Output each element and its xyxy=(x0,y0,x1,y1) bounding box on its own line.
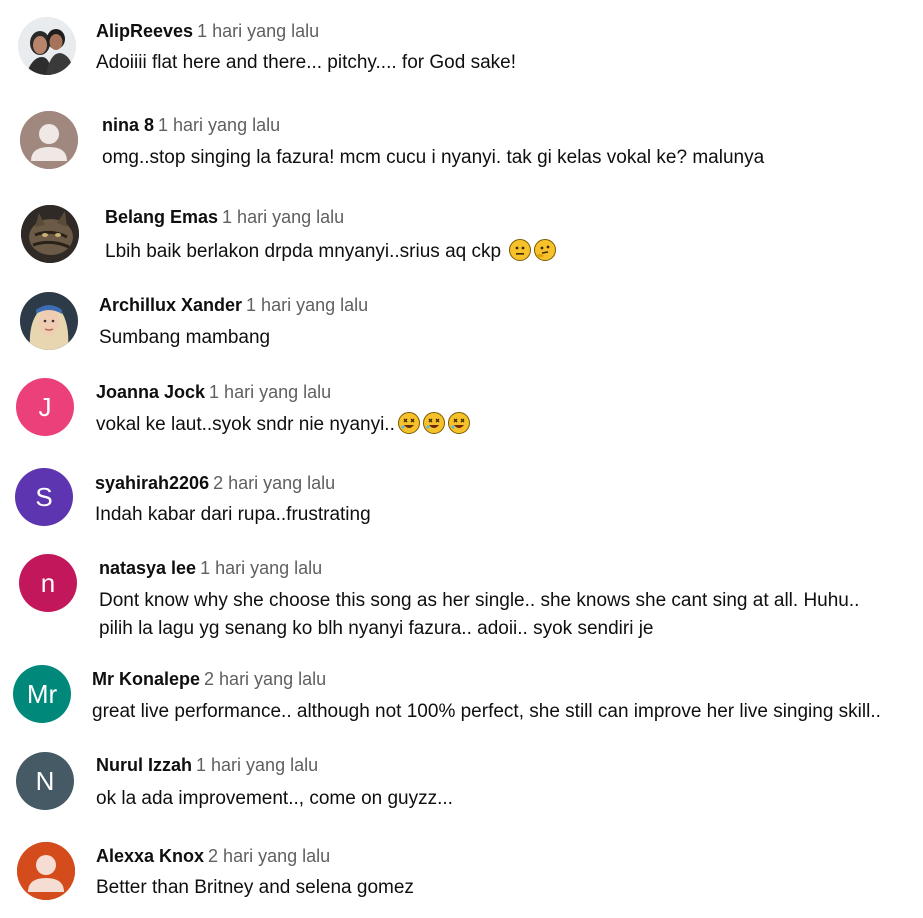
default-user-icon xyxy=(20,111,78,169)
neutral-face-icon xyxy=(509,239,532,261)
timestamp[interactable]: 2 hari yang lalu xyxy=(213,473,335,493)
comment-header: Archillux Xander 1 hari yang lalu xyxy=(99,295,368,316)
avatar[interactable] xyxy=(21,205,79,263)
author-name[interactable]: Archillux Xander xyxy=(99,295,242,315)
rofl-face-icon xyxy=(397,412,420,434)
comment-text: Lbih baik berlakon drpda mnyanyi..srius … xyxy=(105,236,557,267)
avatar-letter: S xyxy=(35,481,53,512)
comment-text-body: Lbih baik berlakon drpda mnyanyi..srius … xyxy=(105,241,502,262)
comment-header: Joanna Jock 1 hari yang lalu xyxy=(96,382,331,403)
comment-text-line: Dont know why she choose this song as he… xyxy=(99,590,860,611)
timestamp[interactable]: 1 hari yang lalu xyxy=(200,558,322,578)
comment-text: Adoiiii flat here and there... pitchy...… xyxy=(96,52,516,73)
avatar-letter: J xyxy=(38,391,52,422)
comment-text: Better than Britney and selena gomez xyxy=(96,877,414,898)
comment-header: Mr Konalepe 2 hari yang lalu xyxy=(92,669,326,690)
author-name[interactable]: nina 8 xyxy=(102,115,154,135)
comment-header: natasya lee 1 hari yang lalu xyxy=(99,558,322,579)
timestamp[interactable]: 1 hari yang lalu xyxy=(222,207,344,227)
comment-text: great live performance.. although not 10… xyxy=(92,701,881,722)
author-name[interactable]: Alexxa Knox xyxy=(96,846,204,866)
comment-header: AlipReeves 1 hari yang lalu xyxy=(96,21,319,42)
comment-text: vokal ke laut..syok sndr nie nyanyi.. xyxy=(96,409,470,440)
avatar-letter: n xyxy=(40,567,56,598)
author-name[interactable]: AlipReeves xyxy=(96,21,193,41)
timestamp[interactable]: 1 hari yang lalu xyxy=(196,755,318,775)
author-name[interactable]: Mr Konalepe xyxy=(92,669,200,689)
avatar[interactable]: N xyxy=(16,752,74,810)
author-name[interactable]: natasya lee xyxy=(99,558,196,578)
timestamp[interactable]: 1 hari yang lalu xyxy=(158,115,280,135)
avatar[interactable] xyxy=(17,842,75,900)
avatar-letter: N xyxy=(35,765,55,796)
avatar[interactable] xyxy=(18,17,76,75)
comment-text-line: pilih la lagu yg senang ko blh nyanyi fa… xyxy=(99,618,654,639)
avatar[interactable]: J xyxy=(16,378,74,436)
comment-text: Indah kabar dari rupa..frustrating xyxy=(95,504,371,525)
rofl-face-icon xyxy=(447,412,470,434)
comment-header: Belang Emas 1 hari yang lalu xyxy=(105,207,344,228)
avatar[interactable] xyxy=(20,292,78,350)
avatar[interactable]: Mr xyxy=(13,665,71,723)
comment-text: ok la ada improvement.., come on guyzz..… xyxy=(96,788,453,809)
comment-header: nina 81 hari yang lalu xyxy=(102,115,280,136)
user-photo-icon xyxy=(20,292,78,350)
couple-photo-icon xyxy=(18,17,76,75)
thinking-face-icon xyxy=(534,239,557,261)
comment-text: Sumbang mambang xyxy=(99,327,271,348)
timestamp[interactable]: 1 hari yang lalu xyxy=(209,382,331,402)
avatar-letter: Mr xyxy=(26,678,58,709)
comment-header: Nurul Izzah 1 hari yang lalu xyxy=(96,755,318,776)
author-name[interactable]: syahirah2206 xyxy=(95,473,209,493)
comment-header: Alexxa Knox 2 hari yang lalu xyxy=(96,846,330,867)
avatar[interactable] xyxy=(20,111,78,169)
comment-text-body: vokal ke laut..syok sndr nie nyanyi.. xyxy=(96,414,395,435)
timestamp[interactable]: 1 hari yang lalu xyxy=(246,295,368,315)
timestamp[interactable]: 2 hari yang lalu xyxy=(204,669,326,689)
cat-photo-icon xyxy=(21,205,79,263)
comment-text: omg..stop singing la fazura! mcm cucu i … xyxy=(102,147,765,168)
timestamp[interactable]: 1 hari yang lalu xyxy=(197,21,319,41)
author-name[interactable]: Nurul Izzah xyxy=(96,755,192,775)
avatar[interactable]: S xyxy=(15,468,73,526)
author-name[interactable]: Belang Emas xyxy=(105,207,218,227)
rofl-face-icon xyxy=(422,412,445,434)
comment-header: syahirah2206 2 hari yang lalu xyxy=(95,473,335,494)
author-name[interactable]: Joanna Jock xyxy=(96,382,205,402)
timestamp[interactable]: 2 hari yang lalu xyxy=(208,846,330,866)
avatar[interactable]: n xyxy=(19,554,77,612)
default-user-icon xyxy=(17,842,75,900)
